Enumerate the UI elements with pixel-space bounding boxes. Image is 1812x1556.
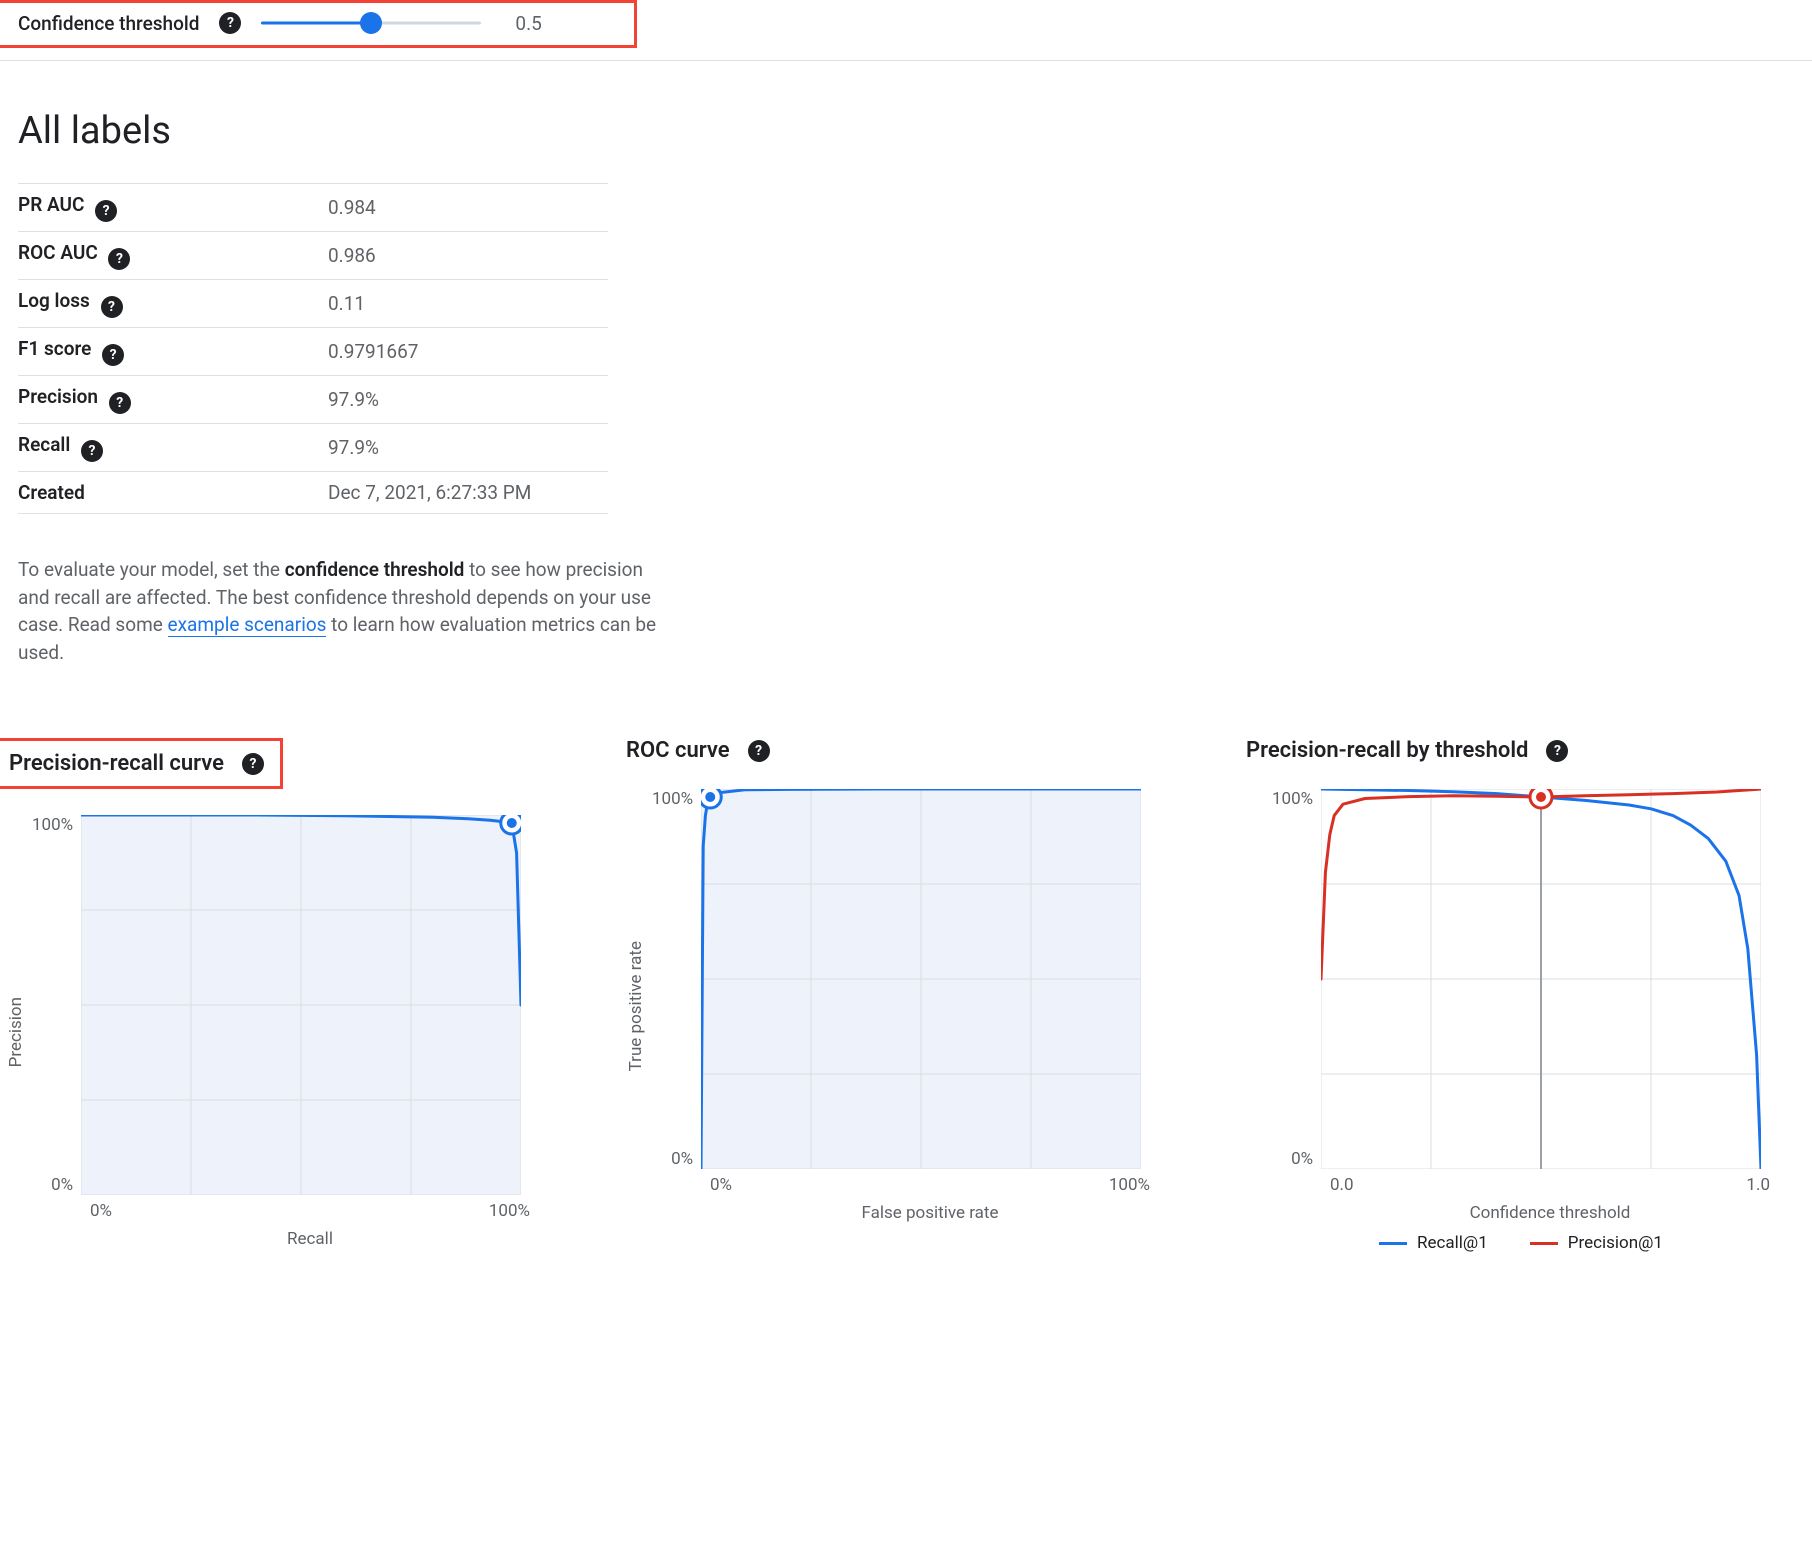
chart-canvas xyxy=(81,815,521,1195)
metric-key: ROC AUC ? xyxy=(18,232,328,280)
legend-item: Recall@1 xyxy=(1379,1233,1488,1253)
metric-row: PR AUC ?0.984 xyxy=(18,184,608,232)
y-axis-label: Precision xyxy=(6,997,26,1067)
help-icon[interactable]: ? xyxy=(242,753,264,775)
metric-value: 0.986 xyxy=(328,232,608,280)
roc-chart: ROC curve ? True positive rate 100% 0% 0… xyxy=(626,738,1186,1253)
metric-value: 0.9791667 xyxy=(328,328,608,376)
example-scenarios-link[interactable]: example scenarios xyxy=(168,613,327,637)
metric-value: 0.11 xyxy=(328,280,608,328)
metric-key: PR AUC ? xyxy=(18,184,328,232)
threshold-value: 0.5 xyxy=(515,12,541,35)
metric-row: F1 score ?0.9791667 xyxy=(18,328,608,376)
evaluation-hint: To evaluate your model, set the confiden… xyxy=(18,556,658,666)
help-icon[interactable]: ? xyxy=(219,12,241,34)
help-icon[interactable]: ? xyxy=(109,392,131,414)
metric-row: Log loss ?0.11 xyxy=(18,280,608,328)
metric-key: Recall ? xyxy=(18,424,328,472)
help-icon[interactable]: ? xyxy=(748,740,770,762)
precision-recall-by-threshold-chart: Precision-recall by threshold ? 100% 0% … xyxy=(1246,738,1806,1253)
x-axis-label: False positive rate xyxy=(710,1203,1150,1223)
metric-key: F1 score ? xyxy=(18,328,328,376)
chart-title: ROC curve xyxy=(626,738,730,763)
y-axis-label: True positive rate xyxy=(626,941,646,1071)
chart-title: Precision-recall by threshold xyxy=(1246,738,1528,763)
threshold-label: Confidence threshold xyxy=(18,12,199,35)
threshold-slider[interactable] xyxy=(261,11,481,35)
chart-title: Precision-recall curve xyxy=(9,751,224,776)
confidence-threshold-control: Confidence threshold ? 0.5 xyxy=(0,0,637,48)
metric-row: Precision ?97.9% xyxy=(18,376,608,424)
metric-key: Created xyxy=(18,472,328,514)
metric-value: 0.984 xyxy=(328,184,608,232)
metric-value: 97.9% xyxy=(328,376,608,424)
metric-key: Precision ? xyxy=(18,376,328,424)
help-icon[interactable]: ? xyxy=(95,200,117,222)
metric-key: Log loss ? xyxy=(18,280,328,328)
chart-canvas xyxy=(1321,789,1761,1169)
section-title: All labels xyxy=(18,109,1794,153)
x-axis-label: Confidence threshold xyxy=(1330,1203,1770,1223)
metric-row: Created Dec 7, 2021, 6:27:33 PM xyxy=(18,472,608,514)
help-icon[interactable]: ? xyxy=(1546,740,1568,762)
x-axis-label: Recall xyxy=(90,1229,530,1249)
help-icon[interactable]: ? xyxy=(81,440,103,462)
metrics-table: PR AUC ?0.984ROC AUC ?0.986Log loss ?0.1… xyxy=(18,183,608,514)
metric-row: ROC AUC ?0.986 xyxy=(18,232,608,280)
legend-item: Precision@1 xyxy=(1530,1233,1663,1253)
metric-row: Recall ?97.9% xyxy=(18,424,608,472)
help-icon[interactable]: ? xyxy=(101,296,123,318)
help-icon[interactable]: ? xyxy=(102,344,124,366)
metric-value: Dec 7, 2021, 6:27:33 PM xyxy=(328,472,608,514)
chart-canvas xyxy=(701,789,1141,1169)
y-axis-label xyxy=(1246,1019,1266,1023)
help-icon[interactable]: ? xyxy=(108,248,130,270)
metric-value: 97.9% xyxy=(328,424,608,472)
precision-recall-chart: Precision-recall curve ? Precision 100% … xyxy=(6,738,566,1253)
chart-legend: Recall@1 Precision@1 xyxy=(1272,1233,1770,1253)
